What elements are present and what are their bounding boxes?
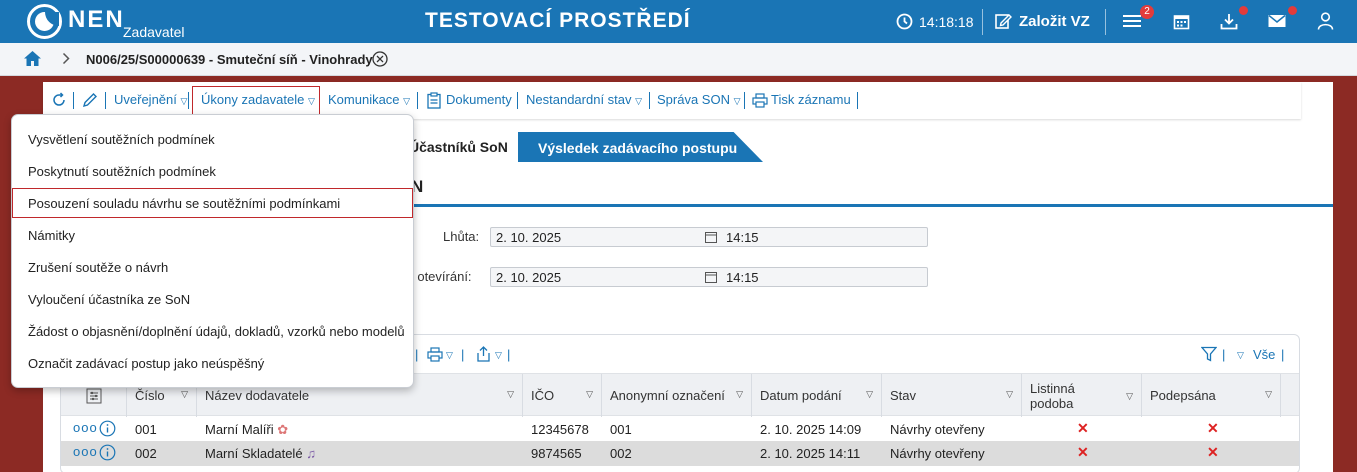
toolbar-print-record[interactable]: Tisk záznamu [771,92,851,107]
calendar-icon[interactable] [1170,10,1192,32]
brand-subtitle: Zadavatel [123,24,185,40]
download-icon[interactable] [1218,10,1240,32]
grid-print-icon[interactable] [427,347,443,365]
col-stav[interactable]: Stav ▽ [882,374,1022,417]
col-listinna[interactable]: Listinná podoba ▽ [1022,374,1142,417]
toolbar-documents[interactable]: Dokumenty [446,92,512,107]
music-note-icon: ♫ [306,446,316,461]
podepsana-x-icon: ✕ [1207,420,1219,436]
create-vz-button[interactable]: Založit VZ [1019,0,1090,43]
col-podepsana[interactable]: Podepsána ▽ [1142,374,1281,417]
row-more-icon[interactable]: ooo [73,420,98,435]
calendar-small-icon [705,231,717,246]
chevron-right-icon [62,52,70,68]
listinna-x-icon: ✕ [1077,420,1089,436]
info-icon[interactable] [99,420,116,440]
actions-dropdown-menu: Vysvětlení soutěžních podmínek Poskytnut… [11,114,414,388]
table-row[interactable]: ooo 002 Marní Skladatelé ♫ 9874565 002 2… [61,441,1299,466]
info-icon[interactable] [99,444,116,464]
breadcrumb: N006/25/S00000639 - Smuteční síň - Vinoh… [0,43,1357,76]
clock-time: 14:18:18 [919,13,974,30]
opening-field: 2. 10. 2025 14:15 [490,267,928,287]
menu-item-objections[interactable]: Námitky [12,220,413,250]
mail-icon[interactable] [1266,10,1288,32]
filter-icon[interactable] [1200,346,1218,365]
col-anon[interactable]: Anonymní označení ▽ [602,374,752,417]
clock-icon [893,10,915,32]
deadline-field: 2. 10. 2025 14:15 [490,227,928,247]
toolbar-communication[interactable]: Komunikace ▽ [328,92,410,107]
toolbar-nonstandard[interactable]: Nestandardní stav ▽ [526,92,642,107]
menu-item-assess-compliance[interactable]: Posouzení souladu návrhu se soutěžními p… [12,188,413,218]
menu-badge: 2 [1140,5,1154,19]
menu-item-cancel-contest[interactable]: Zrušení soutěže o návrh [12,252,413,282]
top-header: NEN Zadavatel TESTOVACÍ PROSTŘEDÍ 14:18:… [0,0,1357,43]
mail-alert-dot [1288,6,1297,15]
menu-item-clarification[interactable]: Vysvětlení soutěžních podmínek [12,124,413,154]
nen-logo[interactable] [27,4,62,39]
edit-icon [992,10,1014,32]
listinna-x-icon: ✕ [1077,444,1089,460]
environment-title: TESTOVACÍ PROSTŘEDÍ [425,9,691,32]
close-breadcrumb-icon[interactable] [372,51,388,70]
toolbar-publish[interactable]: Uveřejnění ▽ [114,92,187,107]
calendar-small-icon [705,271,717,286]
download-alert-dot [1239,6,1248,15]
user-icon[interactable] [1314,10,1336,32]
menu-item-exclude-participant[interactable]: Vyloučení účastníka ze SoN [12,284,413,314]
row-more-icon[interactable]: ooo [73,444,98,459]
documents-icon [427,92,441,112]
tab-result[interactable]: Výsledek zadávacího postupu [518,132,763,162]
filter-all[interactable]: Vše [1253,347,1275,362]
menu-item-provide-conditions[interactable]: Poskytnutí soutěžních podmínek [12,156,413,186]
col-ico[interactable]: IČO ▽ [523,374,602,417]
podepsana-x-icon: ✕ [1207,444,1219,460]
menu-item-clarification-request[interactable]: Žádost o objasnění/doplnění údajů, dokla… [12,316,413,346]
print-icon [752,93,768,111]
deadline-label: Lhůta: [443,229,480,244]
menu-item-mark-unsuccessful[interactable]: Označit zadávací postup jako neúspěšný [12,348,413,378]
refresh-icon[interactable] [51,92,67,111]
export-icon[interactable] [476,346,491,365]
toolbar-actions[interactable]: Úkony zadavatele ▽ [201,92,315,107]
pencil-icon[interactable] [82,92,98,111]
toolbar-son-management[interactable]: Správa SON ▽ [657,92,741,107]
table-row[interactable]: ooo 001 Marní Malíři ✿ 12345678 001 2. 1… [61,417,1299,442]
breadcrumb-current[interactable]: N006/25/S00000639 - Smuteční síň - Vinoh… [86,52,373,67]
home-icon[interactable] [23,50,42,70]
col-datum[interactable]: Datum podání ▽ [752,374,882,417]
palette-icon: ✿ [277,422,289,437]
brand-name: NEN [68,6,125,33]
